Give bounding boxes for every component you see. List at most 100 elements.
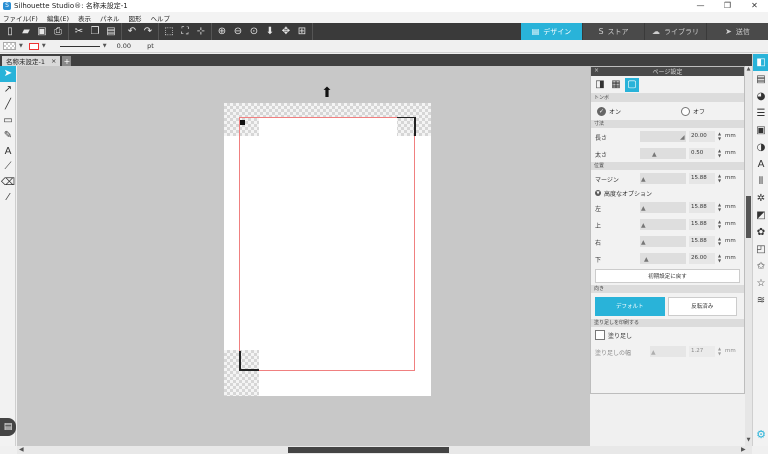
radio-on-label[interactable]: オン: [609, 107, 621, 116]
transparency-panel-icon[interactable]: ◑: [753, 139, 768, 156]
thickness-input[interactable]: 0.50: [689, 148, 715, 159]
cut-icon[interactable]: ✂: [73, 25, 86, 38]
line-width-value[interactable]: 0.00: [117, 42, 131, 50]
menu-file[interactable]: ファイル(F): [3, 13, 38, 23]
favorites-panel-icon[interactable]: ☆: [753, 275, 768, 292]
line-style-panel-icon[interactable]: ☰: [753, 105, 768, 122]
sketch-panel-icon[interactable]: ≋: [753, 292, 768, 309]
send-panel-icon[interactable]: ▤: [753, 71, 768, 88]
radio-off-icon[interactable]: [681, 106, 691, 116]
left-margin-input[interactable]: 15.88: [689, 202, 715, 213]
tab-store[interactable]: S ストア: [582, 23, 644, 40]
bleed-checkbox[interactable]: [595, 330, 605, 340]
right-margin-stepper-icon[interactable]: ▲ ▼: [718, 236, 721, 246]
fill-color-panel-icon[interactable]: ◕: [753, 88, 768, 105]
shadow-panel-icon[interactable]: ▣: [753, 122, 768, 139]
maximize-button[interactable]: ❐: [714, 0, 741, 12]
point-edit-tool-icon[interactable]: ↗: [0, 82, 16, 98]
eyedropper-tool-icon[interactable]: ⁄: [0, 190, 16, 206]
thickness-slider[interactable]: ▲: [640, 148, 686, 159]
bottom-margin-input[interactable]: 26.00: [689, 253, 715, 264]
close-window-button[interactable]: ✕: [741, 0, 768, 12]
fill-color-swatch[interactable]: [3, 42, 16, 50]
orientation-reversed-button[interactable]: 反転済み: [667, 296, 737, 316]
length-input[interactable]: 20.00: [689, 131, 715, 142]
tab-design[interactable]: ▤ デザイン: [520, 23, 582, 40]
library-panel-icon[interactable]: ✩: [753, 258, 768, 275]
offset-panel-icon[interactable]: ✿: [753, 224, 768, 241]
length-stepper-icon[interactable]: ▲ ▼: [718, 131, 721, 141]
select-all-icon[interactable]: ⬚: [163, 25, 176, 38]
text-style-panel-icon[interactable]: A: [753, 156, 768, 173]
deselect-icon[interactable]: ⛶: [179, 25, 192, 38]
grid-icon[interactable]: ▦: [609, 78, 623, 92]
open-folder-icon[interactable]: ▰: [20, 25, 33, 38]
fill-dropdown-icon[interactable]: ▼: [19, 43, 23, 49]
tab-library[interactable]: ☁ ライブラリ: [644, 23, 706, 40]
pan-down-icon[interactable]: ⬇: [264, 25, 277, 38]
advanced-options-toggle[interactable]: ▼ 高度なオプション: [591, 187, 744, 199]
copy-icon[interactable]: ❐: [89, 25, 102, 38]
add-tab-button[interactable]: +: [62, 56, 72, 66]
replicate-panel-icon[interactable]: ✲: [753, 190, 768, 207]
menu-help[interactable]: ヘルプ: [151, 13, 171, 23]
panel-close-icon[interactable]: ×: [594, 67, 599, 74]
line-tool-icon[interactable]: ╱: [0, 97, 16, 113]
length-slider[interactable]: ◢: [640, 131, 686, 142]
scroll-right-icon[interactable]: ▶: [741, 446, 746, 454]
bleed-width-stepper-icon[interactable]: ▲ ▼: [718, 346, 721, 356]
radio-on-icon[interactable]: ✓: [597, 106, 606, 116]
align-panel-icon[interactable]: ⫴: [753, 173, 768, 190]
save-icon[interactable]: ▣: [36, 25, 49, 38]
undo-icon[interactable]: ↶: [126, 25, 139, 38]
menu-edit[interactable]: 編集(E): [47, 13, 69, 23]
select-tool-icon[interactable]: ➤: [0, 66, 16, 82]
knife-tool-icon[interactable]: ⟋: [0, 159, 16, 175]
zoom-in-icon[interactable]: ⊕: [216, 25, 229, 38]
text-tool-icon[interactable]: A: [0, 144, 16, 160]
zoom-out-icon[interactable]: ⊖: [232, 25, 245, 38]
bleed-width-input[interactable]: 1.27: [689, 346, 715, 357]
top-margin-slider[interactable]: ▲: [640, 219, 686, 230]
top-margin-input[interactable]: 15.88: [689, 219, 715, 230]
line-color-dropdown-icon[interactable]: ▼: [42, 43, 46, 49]
cutting-mat-page[interactable]: [224, 103, 431, 396]
bottom-margin-slider[interactable]: ▲: [640, 253, 686, 264]
pen-tool-icon[interactable]: ✎: [0, 128, 16, 144]
panel-scroll-thumb[interactable]: [746, 196, 751, 238]
orientation-default-button[interactable]: デフォルト: [595, 296, 665, 316]
library-toggle-icon[interactable]: ▤: [0, 418, 16, 436]
line-color-swatch[interactable]: [28, 42, 39, 50]
page-media-icon[interactable]: ◨: [593, 78, 607, 92]
line-style-preview[interactable]: [59, 45, 100, 47]
menu-shape[interactable]: 図形: [129, 13, 142, 23]
modify-panel-icon[interactable]: ◩: [753, 207, 768, 224]
redo-icon[interactable]: ↷: [142, 25, 155, 38]
pan-hand-icon[interactable]: ✥: [280, 25, 293, 38]
line-style-dropdown-icon[interactable]: ▼: [103, 43, 107, 49]
bottom-margin-stepper-icon[interactable]: ▲ ▼: [718, 253, 721, 263]
edit-points-icon[interactable]: ⊹: [195, 25, 208, 38]
minimize-button[interactable]: —: [687, 0, 714, 12]
document-tab[interactable]: 名称未設定-1 ×: [2, 56, 61, 66]
registration-marks-icon[interactable]: ▢: [625, 77, 639, 92]
radio-off-label[interactable]: オフ: [693, 107, 705, 116]
left-margin-slider[interactable]: ▲: [640, 202, 686, 213]
gear-icon[interactable]: ⚙: [753, 428, 768, 444]
left-margin-stepper-icon[interactable]: ▲ ▼: [718, 202, 721, 212]
close-tab-icon[interactable]: ×: [51, 57, 56, 65]
reset-defaults-button[interactable]: 初期設定に戻す: [595, 269, 740, 283]
page-setup-panel-icon[interactable]: ◧: [753, 54, 768, 71]
margin-stepper-icon[interactable]: ▲ ▼: [718, 173, 721, 183]
print-icon[interactable]: ⎙: [52, 25, 65, 38]
zoom-page-icon[interactable]: ⊞: [296, 25, 309, 38]
margin-input[interactable]: 15.88: [689, 173, 715, 184]
paste-icon[interactable]: ▤: [105, 25, 118, 38]
right-margin-input[interactable]: 15.88: [689, 236, 715, 247]
eraser-tool-icon[interactable]: ⌫: [0, 175, 16, 191]
rectangle-tool-icon[interactable]: ▭: [0, 113, 16, 129]
new-file-icon[interactable]: ▯: [4, 25, 17, 38]
thickness-stepper-icon[interactable]: ▲ ▼: [718, 148, 721, 158]
trace-panel-icon[interactable]: ◰: [753, 241, 768, 258]
right-margin-slider[interactable]: ▲: [640, 236, 686, 247]
